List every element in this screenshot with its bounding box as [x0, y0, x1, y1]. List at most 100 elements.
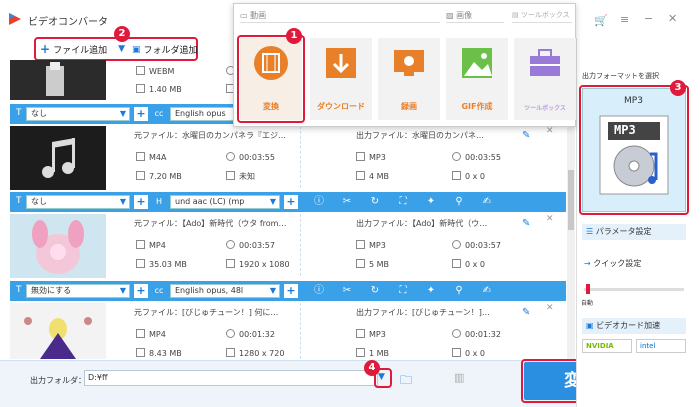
hd-icon[interactable]: H — [152, 195, 166, 209]
scrollbar-thumb[interactable] — [568, 170, 574, 230]
size-icon — [356, 259, 365, 268]
resolution-icon — [226, 259, 235, 268]
rotate-icon[interactable]: ↻ — [368, 195, 382, 209]
app-logo-icon — [8, 12, 22, 26]
subtitle-select[interactable]: なし ▼ — [26, 107, 130, 121]
format-name: MP3 — [624, 96, 643, 106]
quality-slider[interactable] — [584, 288, 684, 291]
param-settings-button[interactable]: ☰ パラメータ設定 — [582, 224, 686, 240]
toolbox-tile[interactable]: ツールボックス — [514, 38, 576, 120]
clock-icon — [452, 329, 461, 338]
clock-icon — [226, 152, 235, 161]
crop-icon[interactable]: ⛶ — [396, 195, 410, 209]
add-subtitle-button[interactable]: + — [134, 107, 148, 121]
film-icon — [136, 240, 145, 249]
gpu-accel-button[interactable]: ▣ ビデオカード加速 — [582, 318, 686, 334]
toolbox-section-label: ▤ ツールボックス — [512, 11, 570, 19]
effect-icon[interactable]: ✦ — [424, 195, 438, 209]
remove-file-icon[interactable]: ✕ — [546, 214, 554, 224]
edit-output-icon[interactable]: ✎ — [522, 307, 530, 318]
remove-file-icon[interactable]: ✕ — [546, 303, 554, 313]
merge-icon[interactable]: ▥ — [454, 371, 464, 384]
subtitle-select[interactable]: 無効にする ▼ — [26, 284, 130, 298]
video-icon: ▭ — [240, 11, 251, 20]
gpu-accel-label: ビデオカード加速 — [596, 321, 661, 330]
add-audio-button[interactable]: + — [284, 195, 298, 209]
film-icon — [356, 329, 365, 338]
output-folder-input[interactable]: D:¥ff — [84, 370, 378, 386]
edit-icon[interactable]: ✍ — [480, 195, 494, 209]
badge-4: 4 — [364, 360, 380, 376]
video-thumbnail[interactable] — [10, 60, 106, 100]
add-audio-button[interactable]: + — [284, 284, 298, 298]
cc-icon[interactable]: cc — [152, 284, 166, 298]
src-size: 7.20 MB — [136, 171, 182, 181]
src-duration: 00:03:57 — [226, 240, 275, 250]
slider-handle[interactable] — [586, 284, 590, 294]
out-size: 1 MB — [356, 348, 389, 358]
audio-thumbnail[interactable] — [10, 126, 106, 190]
watermark-icon[interactable]: ⚲ — [452, 195, 466, 209]
film-icon — [356, 152, 365, 161]
cc-icon[interactable]: cc — [152, 107, 166, 121]
param-settings-label: パラメータ設定 — [595, 227, 652, 236]
record-tile[interactable]: 録画 — [378, 38, 440, 120]
crop-icon[interactable]: ⛶ — [396, 284, 410, 298]
close-icon[interactable]: ✕ — [668, 12, 677, 25]
film-icon — [136, 152, 145, 161]
chevron-down-icon[interactable]: ▼ — [118, 44, 125, 54]
size-icon — [136, 84, 145, 93]
video-thumbnail[interactable] — [10, 303, 106, 359]
badge-1: 1 — [286, 28, 302, 44]
out-resolution: 0 x 0 — [452, 171, 485, 181]
add-subtitle-button[interactable]: + — [134, 195, 148, 209]
out-duration: 00:03:55 — [452, 152, 501, 162]
src-label: 元ファイル： — [134, 308, 182, 317]
src-format: MP4 — [136, 329, 166, 339]
watermark-icon[interactable]: ⚲ — [452, 284, 466, 298]
subtitle-select[interactable]: なし ▼ — [26, 195, 130, 209]
add-folder-button[interactable]: ▣ フォルダ追加 — [132, 43, 198, 57]
info-icon[interactable]: ⓘ — [312, 195, 326, 209]
cut-icon[interactable]: ✂ — [340, 195, 354, 209]
audio-select[interactable]: und aac (LC) (mp ▼ — [170, 195, 280, 209]
folder-dropdown-icon[interactable]: ▼ — [378, 372, 385, 382]
cart-icon[interactable]: 🛒 — [594, 14, 608, 27]
divider — [300, 126, 338, 188]
out-name: 【Ado】新時代（ウ… — [412, 219, 488, 228]
info-icon[interactable]: ⓘ — [312, 284, 326, 298]
add-subtitle-button[interactable]: + — [134, 284, 148, 298]
folder-plus-icon: ▣ — [132, 44, 141, 55]
out-size: 4 MB — [356, 171, 389, 181]
minimize-icon[interactable]: − — [644, 12, 653, 25]
src-size: 1.40 MB — [136, 84, 182, 94]
gif-maker-tile[interactable]: GIF作成 — [446, 38, 508, 120]
out-name: 水曜日のカンパネ… — [412, 131, 484, 140]
download-tile[interactable]: ダウンロード — [310, 38, 372, 120]
effect-icon[interactable]: ✦ — [424, 284, 438, 298]
src-label: 元ファイル： — [134, 131, 182, 140]
video-thumbnail[interactable] — [10, 214, 106, 278]
auto-label: 自動 — [581, 300, 594, 307]
src-label: 元ファイル： — [134, 219, 182, 228]
add-file-button[interactable]: + ファイル追加 ▼ — [40, 42, 125, 56]
film-icon — [136, 66, 145, 75]
clock-icon — [452, 152, 461, 161]
cut-icon[interactable]: ✂ — [340, 284, 354, 298]
edit-icon[interactable]: ✍ — [480, 284, 494, 298]
rotate-icon[interactable]: ↻ — [368, 284, 382, 298]
edit-output-icon[interactable]: ✎ — [522, 130, 530, 141]
subtitle-icon: T — [16, 108, 22, 118]
clock-icon — [452, 240, 461, 249]
gif-maker-tile-label: GIF作成 — [461, 102, 493, 111]
remove-file-icon[interactable]: ✕ — [546, 126, 554, 136]
src-resolution: 未知 — [226, 171, 255, 182]
src-size: 35.03 MB — [136, 259, 187, 269]
open-folder-icon[interactable]: 🗀 — [400, 371, 412, 392]
audio-select[interactable]: English opus, 48l ▼ — [170, 284, 280, 298]
out-label: 出力ファイル： — [356, 219, 412, 228]
quick-settings[interactable]: → クイック設定 — [584, 258, 641, 269]
menu-icon[interactable]: ≡ — [620, 13, 629, 26]
resolution-icon — [226, 348, 235, 357]
edit-output-icon[interactable]: ✎ — [522, 218, 530, 229]
